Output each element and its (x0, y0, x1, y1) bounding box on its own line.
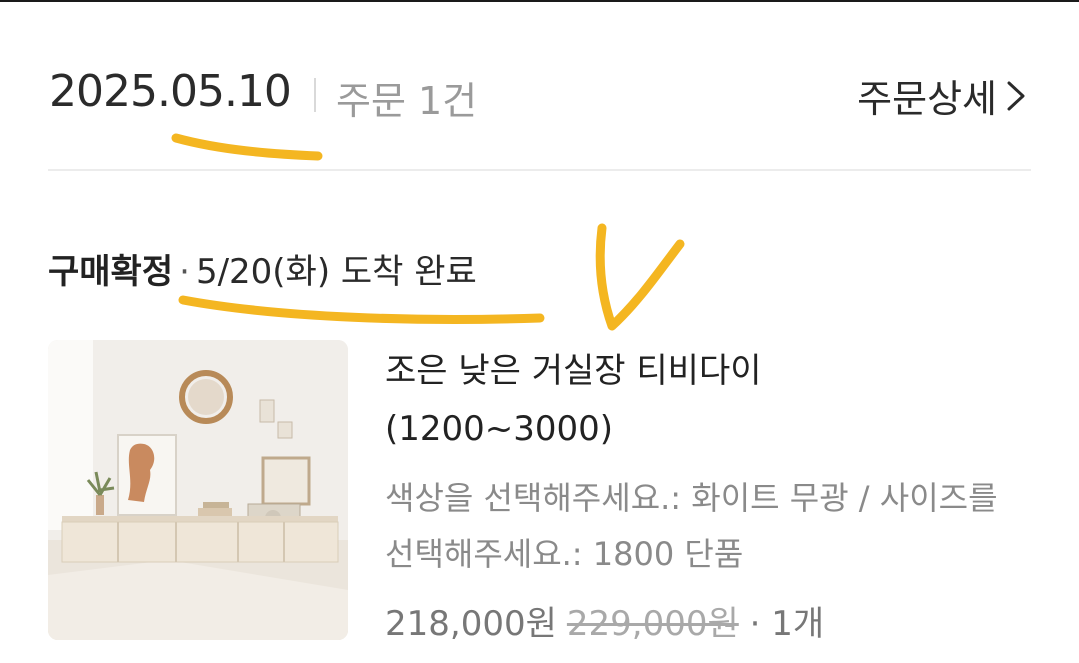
date-underline-mark (171, 133, 323, 161)
price-original: 229,000원 (566, 604, 739, 644)
order-detail-label: 주문상세 (857, 77, 997, 121)
product-name-line2: (1200~3000) (385, 409, 614, 449)
order-date: 2025.05.10 (49, 66, 292, 117)
header-divider (314, 78, 316, 112)
status-separator: · (179, 252, 190, 292)
product-photo (48, 340, 348, 640)
product-thumbnail[interactable] (48, 340, 348, 640)
status-underline-mark (178, 295, 545, 324)
check-mark-icon (595, 223, 685, 331)
quantity: · 1개 (749, 604, 825, 644)
chevron-right-icon (1007, 81, 1025, 110)
status-label: 구매확정 (48, 252, 174, 292)
price-current: 218,000원 (385, 604, 557, 644)
product-name-line1: 조은 낮은 거실장 티비다이 (385, 351, 762, 391)
product-info[interactable]: 조은 낮은 거실장 티비다이 (1200~3000) 색상을 선택해주세요.: … (385, 342, 1035, 645)
order-count: 주문 1건 (336, 79, 478, 123)
section-divider (48, 169, 1031, 171)
product-name: 조은 낮은 거실장 티비다이 (1200~3000) (385, 342, 1035, 458)
top-border (0, 0, 1079, 2)
order-detail-link[interactable]: 주문상세 (857, 68, 1029, 123)
delivery-status: 5/20(화) 도착 완료 (195, 252, 477, 292)
order-header: 2025.05.10 주문 1건 주문상세 (49, 62, 1031, 128)
order-status: 구매확정 · 5/20(화) 도착 완료 (48, 244, 477, 293)
product-option: 색상을 선택해주세요.: 화이트 무광 / 사이즈를 선택해주세요.: 1800… (385, 479, 998, 573)
price-row: 218,000원 229,000원 · 1개 (385, 596, 1035, 645)
